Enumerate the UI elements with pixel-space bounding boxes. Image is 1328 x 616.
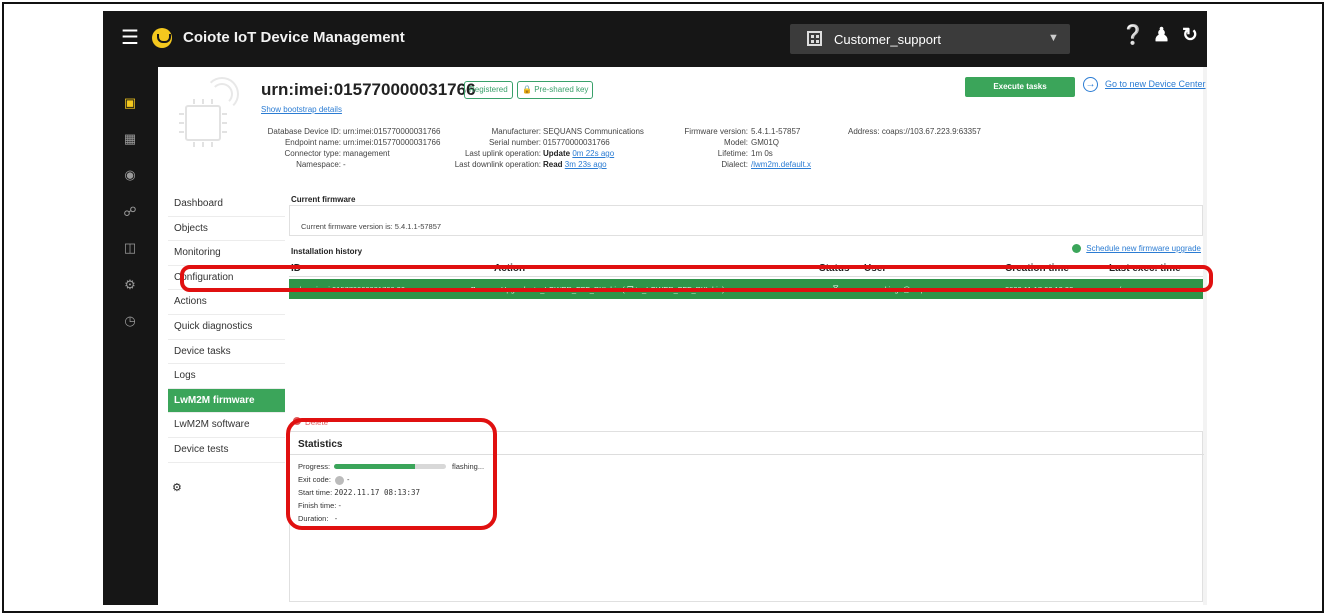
psk-badge: 🔒 Pre-shared key (517, 81, 594, 99)
dialect-label: Dialect: (721, 160, 748, 169)
top-bar: ☰ Coiote IoT Device Management Customer_… (103, 11, 1207, 67)
endpoint-label: Endpoint name: (284, 138, 341, 147)
arrow-right-circle-icon: → (1083, 77, 1098, 92)
app-window: ☰ Coiote IoT Device Management Customer_… (103, 11, 1207, 605)
user-icon[interactable]: ♟ (1153, 26, 1170, 46)
serial-label: Serial number: (488, 138, 541, 147)
device-nav: Dashboard Objects Monitoring Configurati… (168, 192, 285, 463)
uplink-op: Update (543, 149, 571, 158)
address-label: Address: (848, 127, 880, 136)
app-title: Coiote IoT Device Management (183, 29, 405, 46)
settings-icon[interactable]: ⚙ (123, 278, 137, 292)
refresh-icon[interactable]: ↻ (1182, 26, 1198, 46)
highlight-statistics (286, 418, 497, 530)
current-firmware-heading: Current firmware (291, 195, 356, 204)
nav-device-tasks[interactable]: Device tasks (168, 340, 285, 365)
coiote-logo-icon (152, 28, 172, 48)
dialect-link[interactable]: /lwm2m.default.x (751, 159, 811, 170)
gear-icon[interactable]: ⚙ (172, 481, 182, 494)
highlight-history-row (180, 265, 1213, 292)
connector-label: Connector type: (284, 149, 341, 158)
building-icon (807, 31, 822, 46)
schedule-upgrade[interactable]: Schedule new firmware upgrade (1072, 244, 1201, 254)
uplink-ago-link[interactable]: 0m 22s ago (572, 149, 614, 158)
globe-icon[interactable]: ◉ (123, 168, 137, 182)
db-id-label: Database Device ID: (267, 127, 341, 136)
tasks-icon[interactable]: ◫ (123, 241, 137, 255)
current-firmware-box (289, 205, 1203, 236)
fw-version-value: 5.4.1.1-57857 (751, 127, 801, 136)
device-title: urn:imei:015770000031766 (261, 80, 476, 99)
downlink-label: Last downlink operation: (454, 160, 541, 169)
downlink-op: Read (543, 160, 563, 169)
schedule-upgrade-link[interactable]: Schedule new firmware upgrade (1086, 244, 1201, 253)
info-col2-labels: Manufacturer: Serial number: Last uplink… (403, 126, 541, 170)
manufacturer-label: Manufacturer: (491, 127, 541, 136)
devices-icon[interactable]: ▦ (123, 132, 137, 146)
tenant-select[interactable]: Customer_support ▼ (790, 24, 1070, 54)
downlink-ago-link[interactable]: 3m 23s ago (565, 160, 607, 169)
menu-icon[interactable]: ☰ (121, 28, 139, 48)
info-col2-values: SEQUANS Communications 015770000031766 U… (543, 126, 644, 170)
installation-history-heading: Installation history (291, 247, 363, 256)
execute-tasks-button[interactable]: Execute tasks (965, 77, 1075, 97)
left-rail: ▣ ▦ ◉ ☍ ◫ ⚙ ◷ (103, 67, 158, 605)
chevron-down-icon: ▼ (1048, 32, 1059, 44)
nav-dashboard[interactable]: Dashboard (168, 192, 285, 217)
right-gutter (1203, 67, 1207, 605)
registered-badge: Registered (464, 81, 513, 99)
address-row: Address: coaps://103.67.223.9:63357 (848, 126, 981, 137)
namespace-label: Namespace: (296, 160, 341, 169)
nav-device-tests[interactable]: Device tests (168, 438, 285, 463)
nav-monitoring[interactable]: Monitoring (168, 241, 285, 266)
nav-logs[interactable]: Logs (168, 364, 285, 389)
manufacturer-value: SEQUANS Communications (543, 127, 644, 136)
go-to-device-center-link[interactable]: Go to new Device Center (1105, 79, 1206, 89)
connections-icon[interactable]: ☍ (123, 205, 137, 219)
tenant-name: Customer_support (834, 32, 941, 47)
nav-lwm2m-software[interactable]: LwM2M software (168, 413, 285, 438)
nav-quick-diagnostics[interactable]: Quick diagnostics (168, 315, 285, 340)
info-col3-values: 5.4.1.1-57857 GM01Q 1m 0s /lwm2m.default… (751, 126, 811, 170)
schedule-icon (1072, 244, 1082, 254)
firmware-content: Current firmware Current firmware versio… (289, 192, 1204, 602)
show-bootstrap-link[interactable]: Show bootstrap details (261, 105, 342, 114)
lifetime-value: 1m 0s (751, 149, 773, 158)
current-firmware-text: Current firmware version is: 5.4.1.1-578… (301, 222, 442, 231)
lifetime-label: Lifetime: (717, 149, 748, 158)
uplink-label: Last uplink operation: (464, 149, 541, 158)
model-value: GM01Q (751, 138, 780, 147)
nav-actions[interactable]: Actions (168, 290, 285, 315)
serial-value: 015770000031766 (543, 138, 610, 147)
model-label: Model: (723, 138, 748, 147)
address-value: coaps://103.67.223.9:63357 (881, 127, 982, 136)
fw-version-label: Firmware version: (684, 127, 748, 136)
reports-icon[interactable]: ◷ (123, 314, 137, 328)
info-col1-labels: Database Device ID: Endpoint name: Conne… (213, 126, 341, 170)
nav-lwm2m-firmware[interactable]: LwM2M firmware (168, 388, 285, 414)
help-icon[interactable]: ❔ (1121, 26, 1145, 46)
info-col3-labels: Firmware version: Model: Lifetime: Diale… (648, 126, 748, 170)
dashboard-icon[interactable]: ▣ (123, 96, 137, 110)
psk-badge-label: Pre-shared key (534, 85, 589, 94)
nav-objects[interactable]: Objects (168, 217, 285, 242)
